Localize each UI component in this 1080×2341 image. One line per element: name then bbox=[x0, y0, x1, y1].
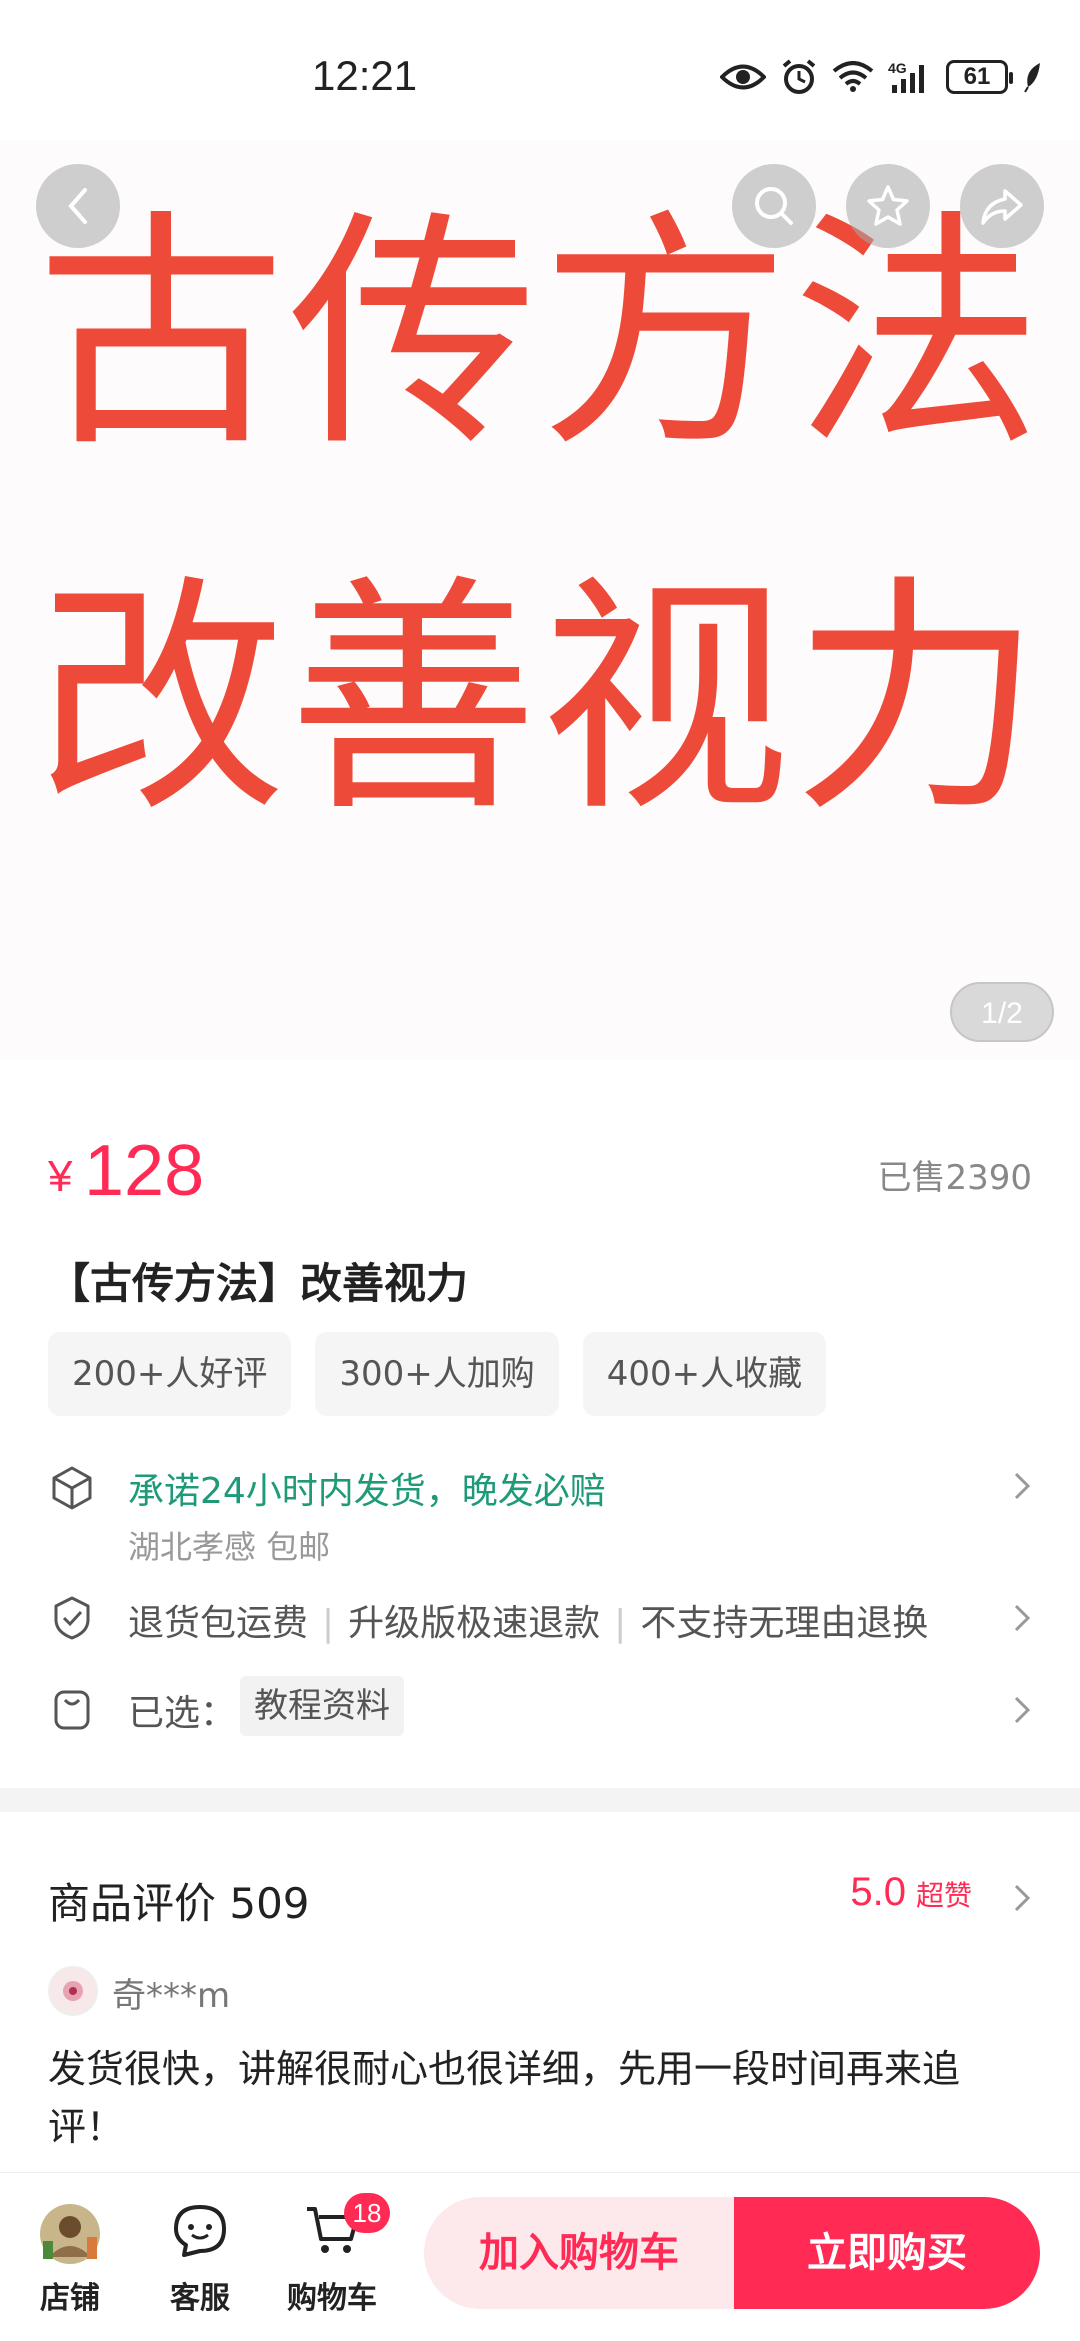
customer-service-label: 客服 bbox=[170, 2281, 230, 2316]
chevron-right-icon bbox=[1014, 1884, 1031, 1912]
customer-service-button[interactable]: 客服 bbox=[150, 2203, 250, 2316]
reviewer-name: 奇***m bbox=[112, 1976, 231, 2016]
service-item: 不支持无理由退换 bbox=[640, 1603, 929, 1644]
reviews-header[interactable]: 商品评价 509 5.0 超赞 bbox=[48, 1870, 1032, 1930]
chevron-left-icon bbox=[68, 188, 87, 224]
rating-label: 超赞 bbox=[915, 1879, 972, 1912]
tag-good-reviews: 200+人好评 bbox=[48, 1332, 292, 1416]
shipping-promise: 承诺24小时内发货，晚发必赔 bbox=[128, 1471, 606, 1512]
rating-score: 5.0 bbox=[850, 1870, 906, 1914]
hero-text-line1: 古传方法 bbox=[36, 189, 1044, 480]
separator: | bbox=[322, 1603, 335, 1644]
selection-row[interactable]: 已选： 教程资料 bbox=[48, 1676, 1032, 1744]
shop-avatar-icon bbox=[40, 2204, 100, 2264]
product-image-carousel[interactable]: 古传方法 改善视力 bbox=[0, 140, 1080, 1060]
bottom-action-bar: 店铺 客服 18 购物车 加入购物车 立即购买 bbox=[0, 2172, 1080, 2341]
status-icons: 4G 61 bbox=[720, 52, 1044, 102]
favorite-button[interactable] bbox=[846, 164, 930, 248]
star-icon bbox=[867, 185, 909, 226]
status-bar: 12:21 4G 61 bbox=[0, 0, 1080, 140]
hero-text-line2: 改善视力 bbox=[36, 554, 1044, 845]
service-row[interactable]: 退货包运费 | 升级版极速退款 | 不支持无理由退换 bbox=[48, 1594, 1032, 1644]
flower-icon bbox=[63, 1981, 83, 2001]
battery-indicator: 61 bbox=[946, 60, 1013, 94]
service-item: 退货包运费 bbox=[128, 1603, 309, 1644]
tag-favorited: 400+人收藏 bbox=[582, 1332, 827, 1416]
signal-icon: 4G bbox=[888, 60, 924, 93]
cart-label: 购物车 bbox=[287, 2281, 377, 2316]
service-item: 升级版极速退款 bbox=[348, 1603, 601, 1644]
package-icon bbox=[52, 1466, 92, 1510]
review-text: 发货很快，讲解很耐心也很详细，先用一段时间再来追评！ bbox=[48, 2047, 961, 2149]
selected-label: 已选： bbox=[128, 1693, 237, 1734]
shop-button[interactable]: 店铺 bbox=[20, 2203, 120, 2316]
chevron-right-icon bbox=[1014, 1604, 1031, 1632]
shipping-row[interactable]: 承诺24小时内发货，晚发必赔 湖北孝感 包邮 bbox=[48, 1462, 1032, 1572]
wifi-icon bbox=[832, 61, 874, 92]
search-icon bbox=[755, 187, 793, 225]
selected-variant: 教程资料 bbox=[240, 1676, 404, 1736]
tag-list: 200+人好评 300+人加购 400+人收藏 bbox=[48, 1332, 827, 1416]
chevron-right-icon bbox=[1014, 1472, 1031, 1500]
buy-now-button[interactable]: 立即购买 bbox=[734, 2197, 1040, 2309]
reviewer-avatar bbox=[48, 1966, 98, 2016]
shield-check-icon bbox=[54, 1596, 90, 1640]
chevron-right-icon bbox=[1014, 1696, 1031, 1724]
reviews-title: 商品评价 509 bbox=[48, 1879, 310, 1928]
image-page-indicator: 1/2 bbox=[950, 982, 1054, 1042]
chat-icon bbox=[174, 2205, 226, 2257]
eye-icon bbox=[720, 64, 766, 90]
currency-symbol: ¥ bbox=[48, 1152, 73, 1201]
bag-icon bbox=[54, 1690, 90, 1730]
service-list: 退货包运费 | 升级版极速退款 | 不支持无理由退换 bbox=[128, 1594, 928, 1646]
status-time: 12:21 bbox=[312, 52, 418, 99]
reviews-rating: 5.0 超赞 bbox=[850, 1870, 972, 1915]
price: 128 bbox=[84, 1131, 205, 1211]
svg-text:4G: 4G bbox=[888, 60, 907, 76]
price-row: ¥ 128 已售2390 bbox=[48, 1130, 1032, 1211]
product-title: 【古传方法】改善视力 bbox=[48, 1259, 469, 1308]
search-button[interactable] bbox=[732, 164, 816, 248]
share-icon bbox=[981, 189, 1023, 225]
tag-added-to-cart: 300+人加购 bbox=[315, 1332, 559, 1416]
add-to-cart-button[interactable]: 加入购物车 bbox=[424, 2197, 734, 2309]
separator: | bbox=[614, 1603, 627, 1644]
cart-button[interactable]: 18 购物车 bbox=[282, 2193, 390, 2316]
back-button[interactable] bbox=[36, 164, 120, 248]
alarm-icon bbox=[782, 59, 816, 94]
sold-count: 已售2390 bbox=[877, 1158, 1032, 1198]
shop-label: 店铺 bbox=[40, 2281, 100, 2316]
share-button[interactable] bbox=[960, 164, 1044, 248]
leaf-icon bbox=[1024, 63, 1040, 93]
shipping-origin: 湖北孝感 包邮 bbox=[128, 1528, 331, 1566]
cart-count-badge: 18 bbox=[344, 2193, 390, 2233]
section-divider bbox=[0, 1788, 1080, 1812]
